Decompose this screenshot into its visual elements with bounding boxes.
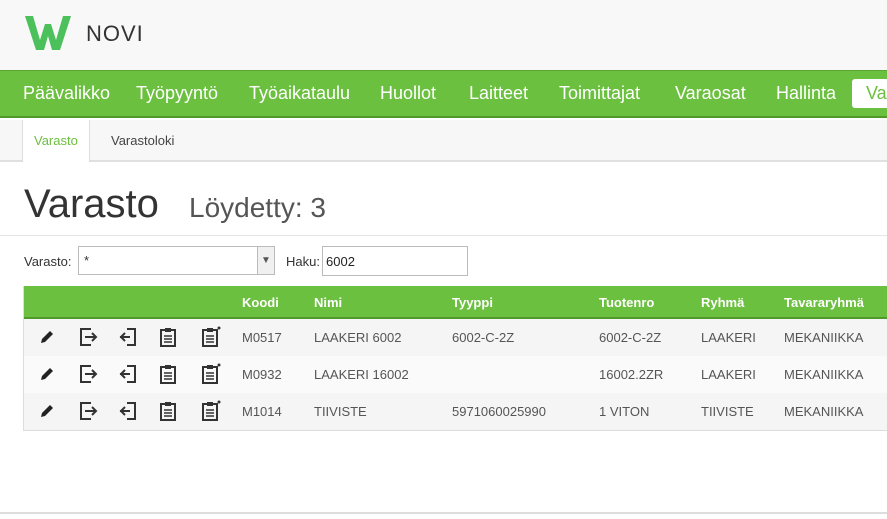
cell-tuotenro: 6002-C-2Z [599, 330, 662, 345]
col-tavararyhma[interactable]: Tavararyhmä [784, 295, 864, 310]
warehouse-select[interactable]: * ▼ [78, 246, 275, 275]
cell-koodi: M0517 [242, 330, 282, 345]
sub-tabs: Varasto Varastoloki [0, 120, 887, 162]
export-icon[interactable] [77, 363, 99, 385]
tab-varasto[interactable]: Varasto [22, 120, 90, 162]
table-header: Koodi Nimi Tyyppi Tuotenro Ryhmä Tavarar… [24, 286, 887, 319]
result-count: Löydetty: 3 [189, 192, 326, 223]
cell-tuotenro: 1 VITON [599, 404, 650, 419]
main-nav: Päävalikko Työpyyntö Työaikataulu Huollo… [0, 70, 887, 118]
table-row[interactable]: M0517 LAAKERI 6002 6002-C-2Z 6002-C-2Z L… [24, 319, 887, 356]
col-koodi[interactable]: Koodi [242, 295, 279, 310]
import-icon[interactable] [117, 363, 139, 385]
tab-varastoloki[interactable]: Varastoloki [100, 120, 185, 162]
clipboard-icon[interactable] [157, 326, 179, 348]
chevron-down-icon[interactable]: ▼ [257, 247, 274, 274]
nav-item-laitteet[interactable]: Laitteet [469, 83, 528, 104]
clipboard-star-icon[interactable] [199, 363, 221, 385]
search-label: Haku: [286, 254, 320, 269]
cell-nimi: LAAKERI 16002 [314, 367, 409, 382]
pencil-icon[interactable] [36, 326, 58, 348]
nav-item-paavalikko[interactable]: Päävalikko [23, 83, 110, 104]
export-icon[interactable] [77, 326, 99, 348]
col-tyyppi[interactable]: Tyyppi [452, 295, 493, 310]
nav-item-varaosat[interactable]: Varaosat [675, 83, 746, 104]
clipboard-icon[interactable] [157, 363, 179, 385]
import-icon[interactable] [117, 400, 139, 422]
cell-tavararyhma: MEKANIIKKA [784, 404, 864, 419]
nav-item-toimittajat[interactable]: Toimittajat [559, 83, 640, 104]
cell-koodi: M1014 [242, 404, 282, 419]
col-tuotenro[interactable]: Tuotenro [599, 295, 654, 310]
cell-nimi: LAAKERI 6002 [314, 330, 402, 345]
cell-ryhma: LAAKERI [701, 367, 756, 382]
cell-tavararyhma: MEKANIIKKA [784, 330, 864, 345]
cell-tuotenro: 16002.2ZR [599, 367, 664, 382]
footer-divider [0, 512, 887, 514]
app-header: NOVI [0, 0, 887, 70]
nav-item-hallinta[interactable]: Hallinta [776, 83, 836, 104]
table-row[interactable]: M0932 LAAKERI 16002 16002.2ZR LAAKERI ME… [24, 356, 887, 393]
page-title: Varasto [24, 182, 159, 226]
cell-ryhma: LAAKERI [701, 330, 756, 345]
app-logo-text: NOVI [86, 21, 144, 46]
cell-nimi: TIIVISTE [314, 404, 367, 419]
inventory-table: Koodi Nimi Tyyppi Tuotenro Ryhmä Tavarar… [23, 286, 887, 431]
clipboard-icon[interactable] [157, 400, 179, 422]
clipboard-star-icon[interactable] [199, 326, 221, 348]
cell-tavararyhma: MEKANIIKKA [784, 367, 864, 382]
cell-koodi: M0932 [242, 367, 282, 382]
divider [0, 235, 887, 236]
cell-tyyppi: 5971060025990 [452, 404, 546, 419]
pencil-icon[interactable] [36, 363, 58, 385]
search-input[interactable] [322, 246, 468, 276]
nav-item-tyoaikataulu[interactable]: Työaikataulu [249, 83, 350, 104]
novi-logo-icon [25, 16, 71, 50]
warehouse-select-value: * [84, 253, 90, 268]
cell-tyyppi: 6002-C-2Z [452, 330, 515, 345]
col-nimi[interactable]: Nimi [314, 295, 342, 310]
export-icon[interactable] [77, 400, 99, 422]
nav-item-varasto[interactable]: Va [852, 79, 887, 108]
table-row[interactable]: M1014 TIIVISTE 5971060025990 1 VITON TII… [24, 393, 887, 430]
nav-item-tyopyynto[interactable]: Työpyyntö [136, 83, 218, 104]
nav-item-huollot[interactable]: Huollot [380, 83, 436, 104]
warehouse-label: Varasto: [24, 254, 72, 269]
col-ryhma[interactable]: Ryhmä [701, 295, 744, 310]
import-icon[interactable] [117, 326, 139, 348]
clipboard-star-icon[interactable] [199, 400, 221, 422]
pencil-icon[interactable] [36, 400, 58, 422]
cell-ryhma: TIIVISTE [701, 404, 754, 419]
